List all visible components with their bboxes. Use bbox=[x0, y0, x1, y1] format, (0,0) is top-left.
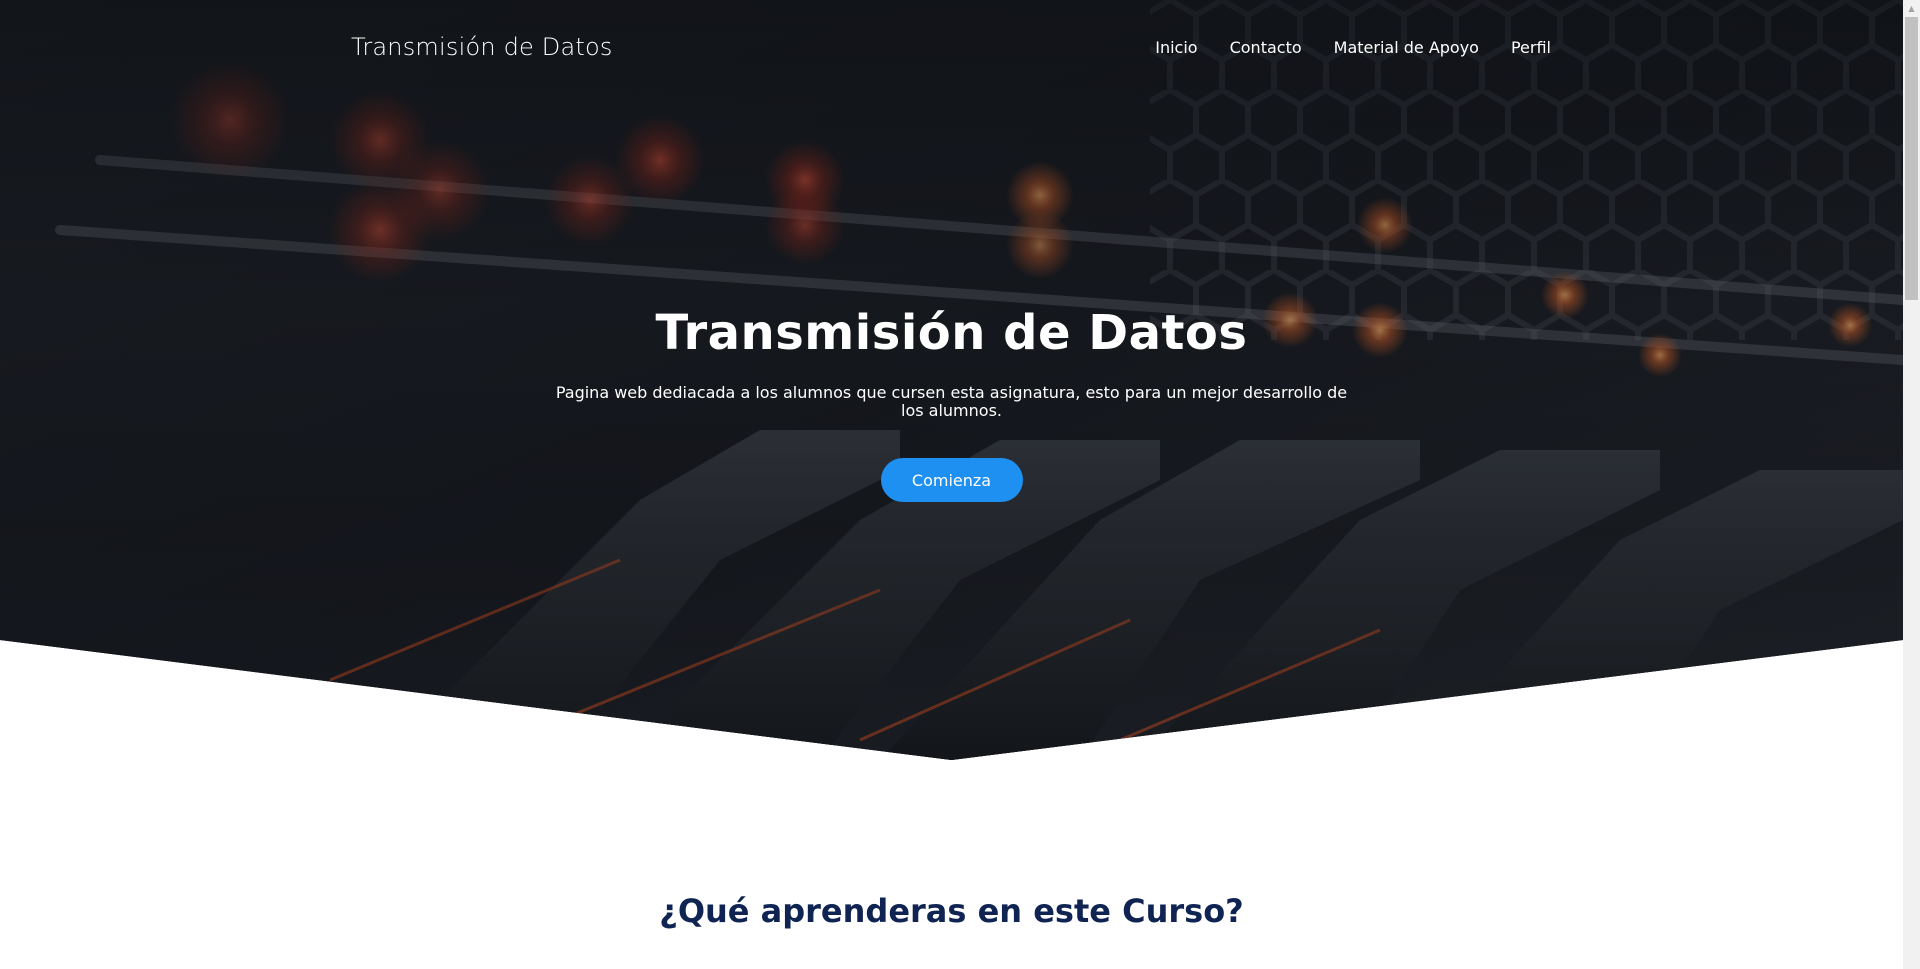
navbar: Transmisión de Datos Inicio Contacto Mat… bbox=[0, 0, 1903, 100]
section-content-peek bbox=[0, 958, 1903, 969]
hero-title: Transmisión de Datos bbox=[655, 305, 1248, 361]
nav-links: Inicio Contacto Material de Apoyo Perfil bbox=[1155, 38, 1551, 57]
scrollbar-thumb[interactable] bbox=[1905, 17, 1918, 300]
hero-content: Transmisión de Datos Pagina web dediacad… bbox=[0, 300, 1903, 502]
scroll-up-arrow-icon[interactable]: ▲ bbox=[1903, 0, 1920, 17]
nav-link-inicio[interactable]: Inicio bbox=[1155, 38, 1197, 57]
hero-subtitle: Pagina web dediacada a los alumnos que c… bbox=[555, 383, 1348, 420]
vertical-scrollbar[interactable]: ▲ bbox=[1903, 0, 1920, 969]
section-title: ¿Qué aprenderas en este Curso? bbox=[659, 892, 1244, 930]
nav-link-contacto[interactable]: Contacto bbox=[1230, 38, 1302, 57]
brand-logo-text[interactable]: Transmisión de Datos bbox=[351, 33, 613, 61]
nav-link-material-de-apoyo[interactable]: Material de Apoyo bbox=[1334, 38, 1479, 57]
comienza-button[interactable]: Comienza bbox=[880, 458, 1023, 502]
nav-link-perfil[interactable]: Perfil bbox=[1511, 38, 1551, 57]
page: Transmisión de Datos Inicio Contacto Mat… bbox=[0, 0, 1920, 969]
